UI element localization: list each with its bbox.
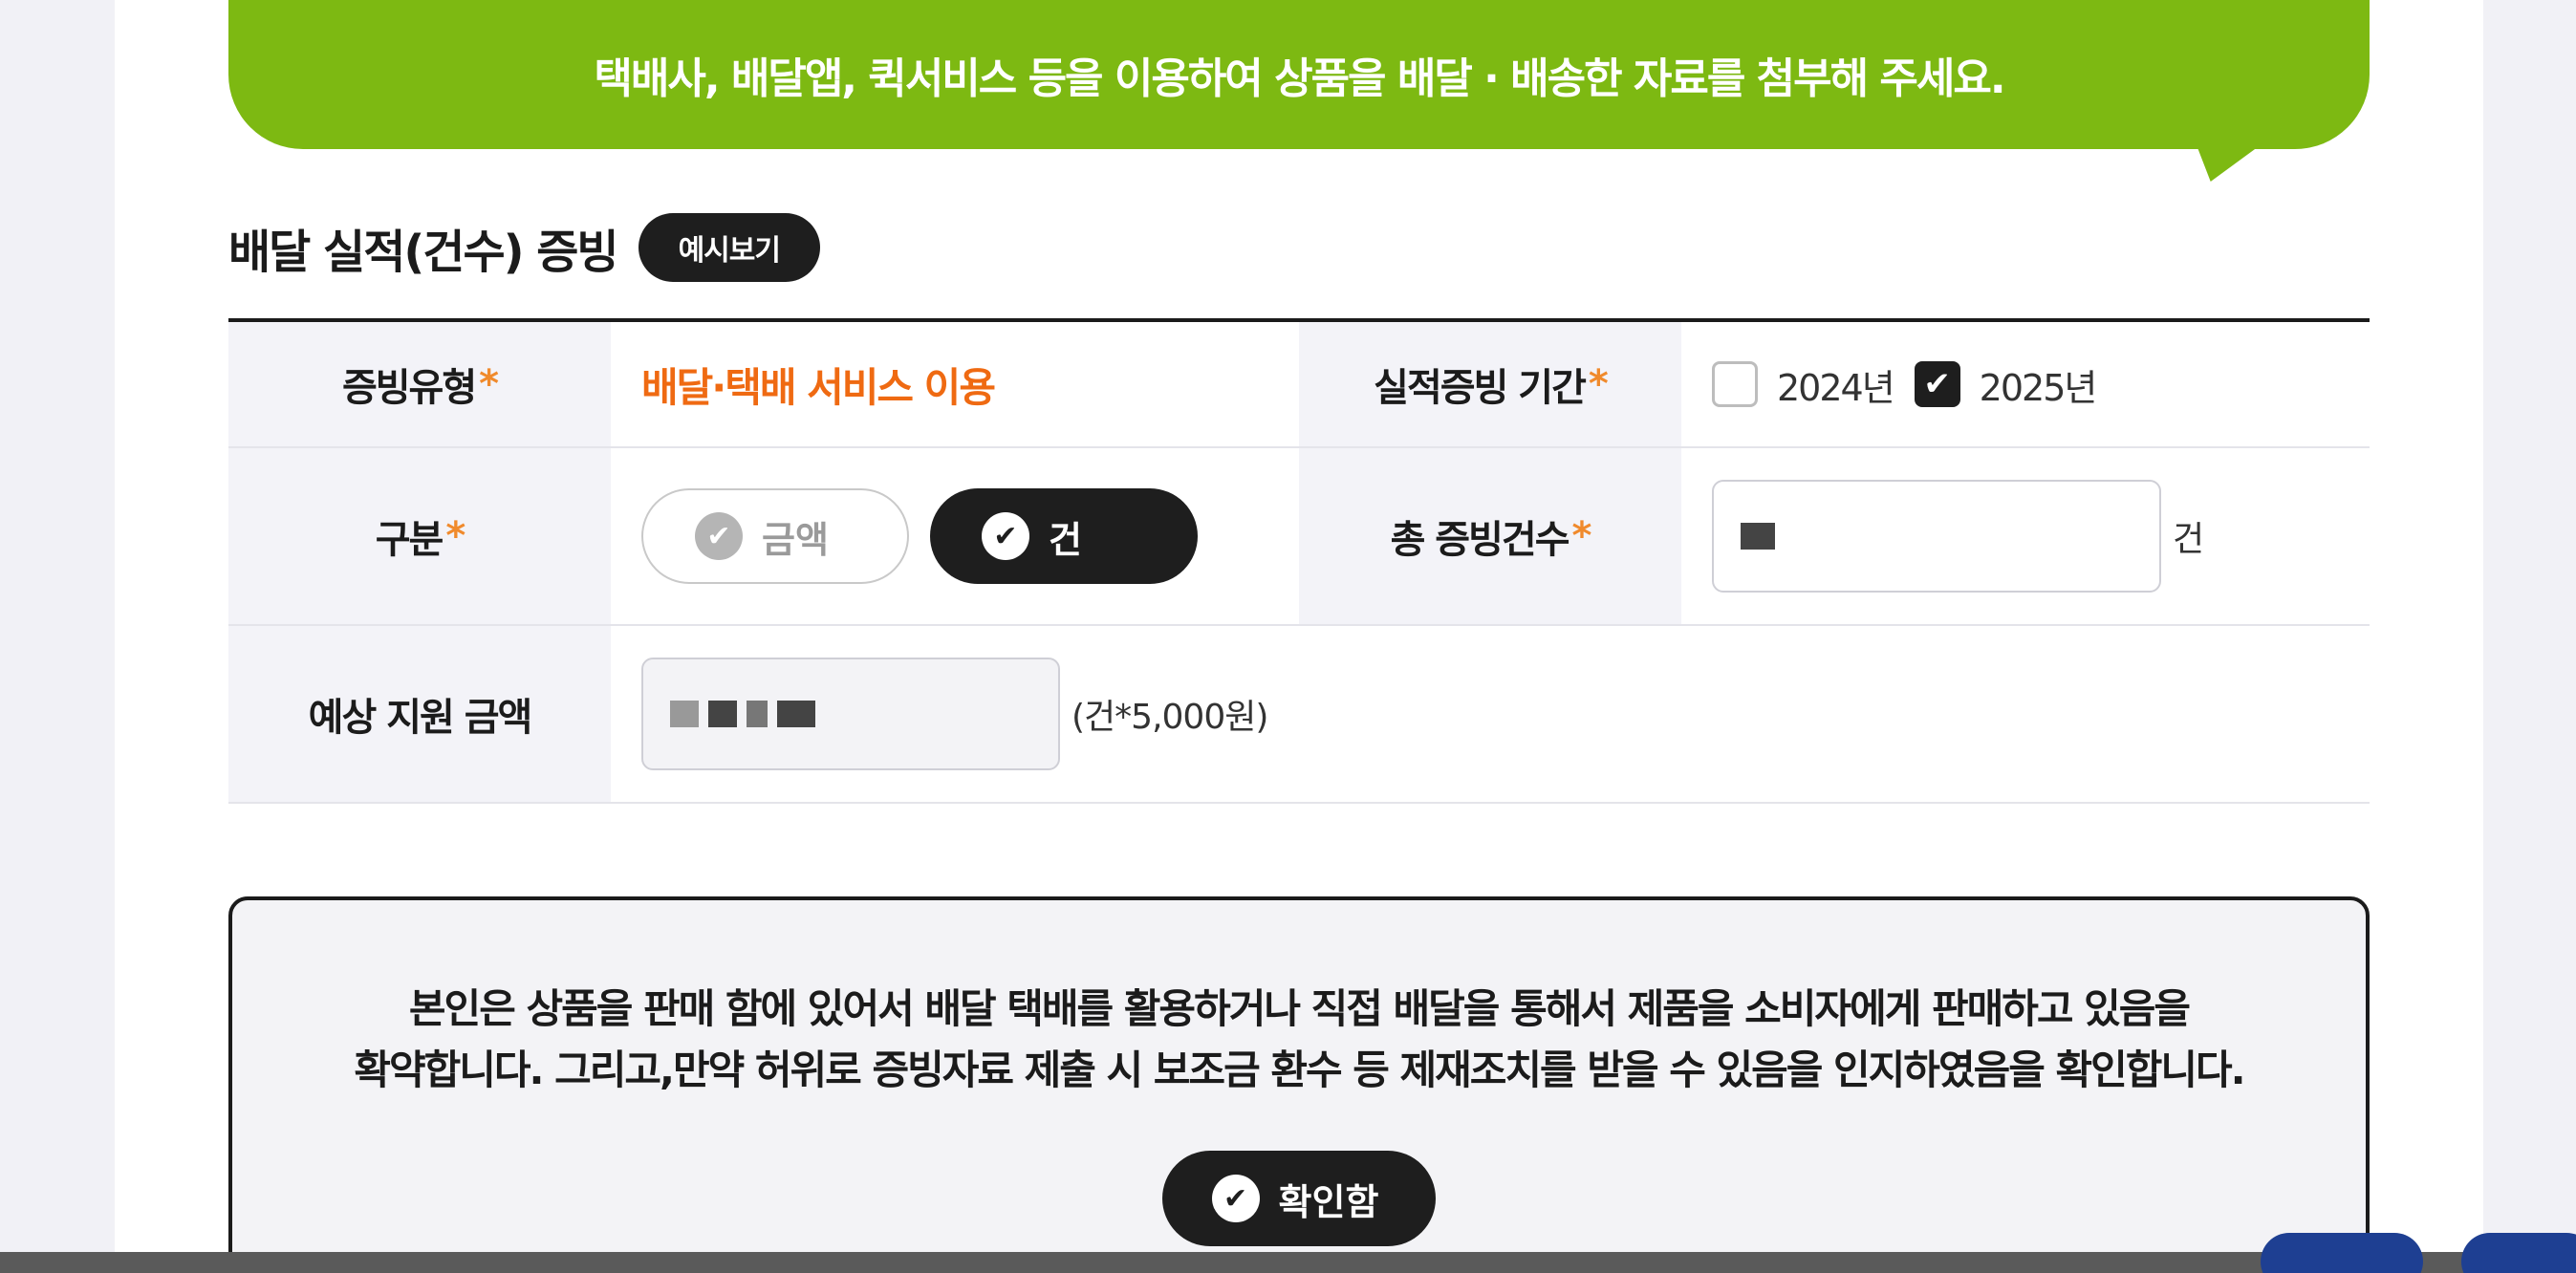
circle-check-icon: ✔ [982,512,1029,560]
period-2025-label[interactable]: 2025년 [1980,358,2098,411]
example-view-button[interactable]: 예시보기 [638,213,820,282]
estimate-cell: (건*5,000원) [611,626,2370,802]
circle-check-icon: ✔ [695,512,743,560]
category-amount-label: 금액 [762,518,829,561]
period-2024-checkbox[interactable] [1712,361,1758,407]
total-count-input[interactable] [1712,480,2161,593]
category-count-label: 건 [1049,518,1082,561]
required-mark: * [445,514,465,558]
confirm-button-label: 확인함 [1278,1180,1379,1223]
total-count-cell: 건 [1681,448,2370,624]
redacted-value [777,701,815,727]
proof-type-header: 증빙유형 * [228,322,611,446]
category-header: 구분 * [228,448,611,624]
section-title: 배달 실적(건수) 증빙 [228,226,619,279]
category-label: 구분 [375,518,444,562]
bottom-bar [0,1252,2576,1273]
form-row-type: 증빙유형 * 배달·택배 서비스 이용 실적증빙 기간 * 2024년 ✔ 20… [228,322,2370,448]
required-mark: * [479,362,499,406]
category-cell: ✔ 금액 ✔ 건 [611,448,1299,624]
period-cell: 2024년 ✔ 2025년 [1681,322,2370,446]
info-banner: 택배사, 배달앱, 퀵서비스 등을 이용하여 상품을 배달 · 배송한 자료를 … [228,0,2370,149]
redacted-value [1741,523,1775,550]
proof-form-table: 증빙유형 * 배달·택배 서비스 이용 실적증빙 기간 * 2024년 ✔ 20… [228,318,2370,804]
confirm-button[interactable]: ✔ 확인함 [1161,1151,1437,1246]
floating-button-right[interactable] [2461,1233,2576,1273]
required-mark: * [1571,514,1592,558]
info-banner-text: 택배사, 배달앱, 퀵서비스 등을 이용하여 상품을 배달 · 배송한 자료를 … [594,54,2005,103]
required-mark: * [1588,362,1609,406]
proof-type-value: 배달·택배 서비스 이용 [641,363,996,411]
category-amount-toggle[interactable]: ✔ 금액 [641,488,909,584]
period-2024-label[interactable]: 2024년 [1777,358,1895,411]
estimated-note: (건*5,000원) [1072,698,1268,737]
form-row-category: 구분 * ✔ 금액 ✔ 건 총 증빙건수 * 건 [228,448,2370,626]
agreement-line-2: 확약합니다. 그리고,만약 허위로 증빙자료 제출 시 보조금 환수 등 제재조… [354,1046,2245,1093]
banner-tail [2181,143,2263,182]
check-icon: ✔ [1923,365,1951,403]
total-count-header: 총 증빙건수 * [1299,448,1681,624]
total-count-label: 총 증빙건수 [1390,518,1570,562]
proof-type-cell: 배달·택배 서비스 이용 [611,322,1299,446]
estimate-label: 예상 지원 금액 [308,696,533,740]
agreement-box: 본인은 상품을 판매 함에 있어서 배달 택배를 활용하거나 직접 배달을 통해… [228,896,2370,1273]
agreement-line-1: 본인은 상품을 판매 함에 있어서 배달 택배를 활용하거나 직접 배달을 통해… [408,985,2191,1032]
form-row-estimate: 예상 지원 금액 (건*5,000원) [228,626,2370,804]
period-label: 실적증빙 기간 [1374,366,1587,410]
circle-check-icon: ✔ [1211,1175,1260,1222]
estimate-header: 예상 지원 금액 [228,626,611,802]
redacted-value [670,701,699,727]
proof-type-label: 증빙유형 [341,366,477,410]
period-header: 실적증빙 기간 * [1299,322,1681,446]
section-header: 배달 실적(건수) 증빙 예시보기 [228,212,820,283]
total-count-unit: 건 [2173,520,2204,559]
estimated-amount-input [641,658,1060,770]
redacted-value [747,701,768,727]
floating-button-left[interactable] [2261,1233,2423,1273]
category-count-toggle[interactable]: ✔ 건 [930,488,1198,584]
redacted-value [708,701,737,727]
period-2025-checkbox[interactable]: ✔ [1914,361,1960,407]
